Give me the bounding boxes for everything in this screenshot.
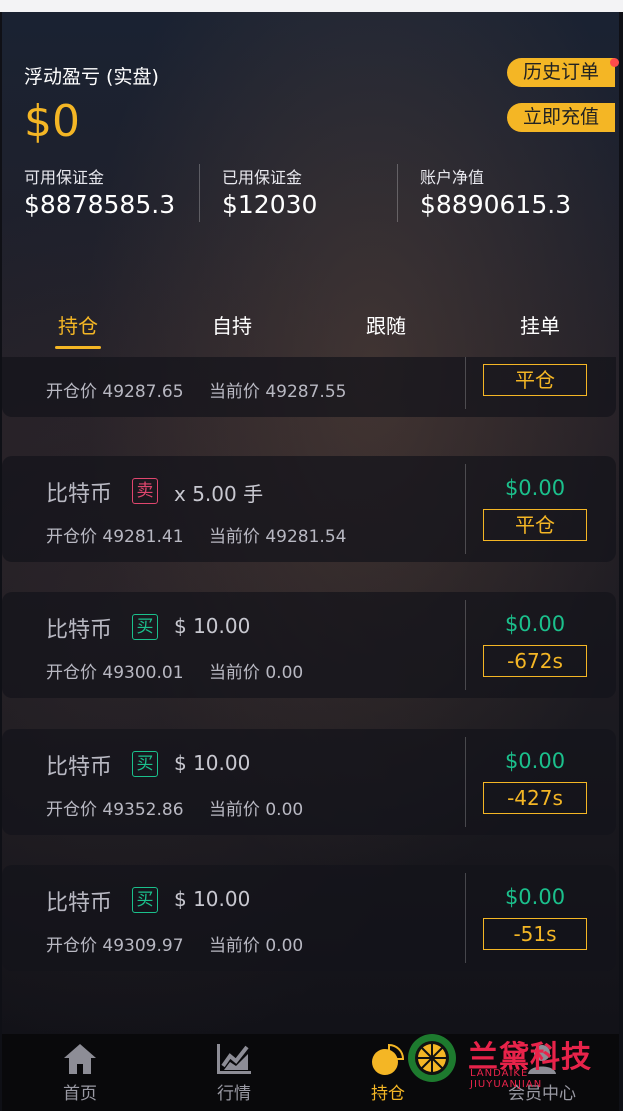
divider bbox=[199, 164, 200, 222]
position-card: 比特币 买 $ 10.00 开仓价 49352.86 当前价 0.00 $0.0… bbox=[2, 729, 616, 835]
sell-badge: 卖 bbox=[132, 478, 158, 504]
open-price: 49281.41 bbox=[102, 527, 184, 547]
card-divider bbox=[465, 357, 466, 409]
nav-label: 首页 bbox=[63, 1084, 97, 1104]
open-price-label: 开仓价 bbox=[46, 663, 97, 683]
top-border bbox=[0, 0, 623, 12]
stat-label: 账户净值 bbox=[420, 168, 485, 187]
asset-name: 比特币 bbox=[46, 618, 113, 643]
position-pnl: $0.00 bbox=[504, 749, 566, 773]
price-line: 开仓价 49287.65 当前价 49287.55 bbox=[46, 377, 346, 402]
price-line: 开仓价 49309.97 当前价 0.00 bbox=[46, 931, 303, 956]
positions-list[interactable]: 开仓价 49287.65 当前价 49287.55 平仓 比特币 卖 x 5.0… bbox=[2, 357, 619, 1034]
position-card: 比特币 买 $ 10.00 开仓价 49309.97 当前价 0.00 $0.0… bbox=[2, 865, 616, 971]
net-equity: 账户净值 $8890615.3 bbox=[420, 164, 571, 219]
price-line: 开仓价 49352.86 当前价 0.00 bbox=[46, 795, 303, 820]
current-price-label: 当前价 bbox=[208, 936, 260, 956]
stat-value: $8878585.3 bbox=[24, 190, 176, 219]
recharge-button[interactable]: 立即充值 bbox=[506, 103, 615, 132]
position-quantity: x 5.00 手 bbox=[174, 482, 264, 506]
floating-pnl-title: 浮动盈亏 (实盘) bbox=[24, 66, 159, 88]
stat-value: $12030 bbox=[222, 190, 318, 219]
card-divider bbox=[465, 873, 466, 963]
account-stats: 可用保证金 $8878585.3 已用保证金 $12030 账户净值 $8890… bbox=[0, 164, 617, 222]
current-price: 49281.54 bbox=[265, 527, 347, 547]
open-price: 49352.86 bbox=[102, 800, 184, 820]
asset-name: 比特币 bbox=[46, 482, 113, 507]
current-price-label: 当前价 bbox=[208, 663, 260, 683]
current-price: 0.00 bbox=[265, 936, 304, 956]
card-divider bbox=[465, 737, 466, 827]
current-price: 0.00 bbox=[265, 663, 304, 683]
price-line: 开仓价 49300.01 当前价 0.00 bbox=[46, 658, 303, 683]
price-line: 开仓价 49281.41 当前价 49281.54 bbox=[46, 522, 346, 547]
buy-badge: 买 bbox=[132, 614, 158, 640]
asset-name: 比特币 bbox=[46, 891, 113, 916]
countdown-timer: -672s bbox=[483, 645, 587, 677]
card-divider bbox=[465, 600, 466, 690]
asset-name: 比特币 bbox=[46, 755, 113, 780]
nav-home[interactable]: 首页 bbox=[30, 1034, 130, 1111]
current-price-label: 当前价 bbox=[208, 527, 260, 547]
position-card: 比特币 卖 x 5.00 手 开仓价 49281.41 当前价 49281.54… bbox=[2, 456, 616, 562]
home-icon bbox=[62, 1042, 98, 1080]
position-card: 比特币 买 $ 10.00 开仓价 49300.01 当前价 0.00 $0.0… bbox=[2, 592, 616, 698]
watermark-en: LANDAIKE JIUYUANJIAN bbox=[470, 1068, 543, 1090]
position-amount: $ 10.00 bbox=[174, 887, 251, 911]
open-price-label: 开仓价 bbox=[46, 800, 97, 820]
used-margin: 已用保证金 $12030 bbox=[222, 164, 317, 219]
close-position-button[interactable]: 平仓 bbox=[483, 509, 587, 541]
open-price-label: 开仓价 bbox=[46, 936, 97, 956]
countdown-timer: -51s bbox=[483, 918, 587, 950]
open-price: 49309.97 bbox=[102, 936, 184, 956]
notification-dot bbox=[610, 58, 619, 67]
watermark-logo: 兰黛科技 LANDAIKE JIUYUANJIAN bbox=[404, 1030, 604, 1090]
position-amount: $ 10.00 bbox=[174, 751, 251, 775]
chart-icon bbox=[215, 1042, 253, 1080]
stat-value: $8890615.3 bbox=[420, 190, 572, 219]
countdown-timer: -427s bbox=[483, 782, 587, 814]
buy-badge: 买 bbox=[132, 751, 158, 777]
tab-self-held[interactable]: 自持 bbox=[192, 310, 272, 339]
close-position-button[interactable]: 平仓 bbox=[483, 364, 587, 396]
position-pnl: $0.00 bbox=[504, 885, 566, 909]
current-price-label: 当前价 bbox=[208, 382, 260, 402]
position-pnl: $0.00 bbox=[504, 612, 566, 636]
current-price: 0.00 bbox=[265, 800, 304, 820]
tab-follow[interactable]: 跟随 bbox=[346, 310, 426, 339]
history-orders-button[interactable]: 历史订单 bbox=[506, 58, 615, 87]
available-margin: 可用保证金 $8878585.3 bbox=[24, 164, 175, 219]
position-card: 开仓价 49287.65 当前价 49287.55 平仓 bbox=[2, 357, 616, 417]
open-price: 49300.01 bbox=[102, 663, 184, 683]
position-pnl: $0.00 bbox=[504, 476, 566, 500]
tab-pending[interactable]: 挂单 bbox=[500, 310, 580, 339]
divider bbox=[397, 164, 398, 222]
open-price-label: 开仓价 bbox=[46, 382, 97, 402]
open-price-label: 开仓价 bbox=[46, 527, 97, 547]
stat-label: 可用保证金 bbox=[24, 168, 105, 187]
buy-badge: 买 bbox=[132, 887, 158, 913]
position-amount: $ 10.00 bbox=[174, 614, 251, 638]
position-tabs: 持仓 自持 跟随 挂单 bbox=[0, 310, 617, 350]
pie-icon bbox=[369, 1042, 407, 1080]
tab-positions[interactable]: 持仓 bbox=[38, 310, 118, 339]
card-divider bbox=[465, 464, 466, 554]
watermark-emblem-icon bbox=[408, 1034, 456, 1082]
floating-pnl-value: $0 bbox=[24, 96, 80, 147]
current-price-label: 当前价 bbox=[208, 800, 260, 820]
open-price: 49287.65 bbox=[102, 382, 184, 402]
nav-label: 行情 bbox=[217, 1084, 251, 1104]
current-price: 49287.55 bbox=[265, 382, 347, 402]
nav-market[interactable]: 行情 bbox=[184, 1034, 284, 1111]
active-tab-indicator bbox=[55, 346, 101, 349]
stat-label: 已用保证金 bbox=[222, 168, 303, 187]
